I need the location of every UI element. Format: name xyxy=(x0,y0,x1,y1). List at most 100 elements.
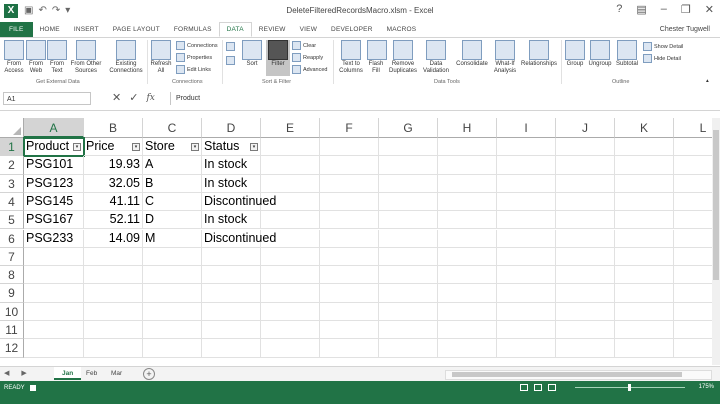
cell-l7[interactable] xyxy=(674,248,712,267)
cell-g8[interactable] xyxy=(379,266,438,285)
cell-a2[interactable]: PSG101 xyxy=(24,156,84,175)
cell-k7[interactable] xyxy=(615,247,674,267)
worksheet-grid[interactable]: A B C D E F G H I J K L 1 Product ▾ Price ▾ Store ▾ Status ▾… xyxy=(0,118,712,365)
cell-j5[interactable] xyxy=(556,211,615,230)
sheet-tab-mar[interactable]: Mar xyxy=(103,367,130,380)
flash-fill-button[interactable]: Flash Fill xyxy=(367,40,387,75)
tab-page-layout[interactable]: PAGE LAYOUT xyxy=(106,22,167,37)
cell-d7[interactable] xyxy=(202,247,261,267)
properties-button[interactable]: Properties xyxy=(176,53,212,62)
cell-i8[interactable] xyxy=(497,266,556,285)
from-text-button[interactable]: From Text xyxy=(47,40,67,75)
cell-g2[interactable] xyxy=(379,156,438,175)
edit-links-button[interactable]: Edit Links xyxy=(176,65,211,74)
cell-c11[interactable] xyxy=(143,321,202,340)
row-header-1[interactable]: 1 xyxy=(0,138,24,157)
cell-k1[interactable] xyxy=(615,138,674,157)
cell-a12[interactable] xyxy=(24,339,84,358)
zoom-slider-thumb[interactable] xyxy=(628,384,631,391)
from-web-button[interactable]: From Web xyxy=(26,40,46,75)
cell-f12[interactable] xyxy=(320,339,379,358)
column-header-j[interactable]: J xyxy=(556,118,615,138)
cell-d4[interactable]: Discontinued xyxy=(202,192,276,212)
cell-k8[interactable] xyxy=(615,266,674,285)
cell-h2[interactable] xyxy=(438,156,497,175)
cell-k3[interactable] xyxy=(615,174,674,193)
enter-check-icon[interactable]: ✓ xyxy=(129,92,138,105)
macro-record-icon[interactable] xyxy=(30,385,36,391)
cell-l4[interactable] xyxy=(674,193,712,212)
tab-formulas[interactable]: FORMULAS xyxy=(167,22,219,37)
cell-f8[interactable] xyxy=(320,266,379,285)
cell-g4[interactable] xyxy=(379,192,438,212)
cell-f2[interactable] xyxy=(320,156,379,175)
page-layout-view-icon[interactable] xyxy=(534,384,542,391)
cell-i12[interactable] xyxy=(497,339,556,358)
ribbon-display-icon[interactable]: ▤ xyxy=(636,3,646,16)
cell-b3[interactable]: 32.05 xyxy=(84,174,143,193)
cell-g6[interactable] xyxy=(379,229,438,248)
row-header-2[interactable]: 2 xyxy=(0,156,24,175)
cell-h12[interactable] xyxy=(438,339,497,358)
column-header-h[interactable]: H xyxy=(438,118,497,138)
sort-button[interactable]: Sort xyxy=(242,40,262,68)
cell-f1[interactable] xyxy=(320,138,379,157)
row-header-4[interactable]: 4 xyxy=(0,192,24,212)
cell-h10[interactable] xyxy=(438,302,497,321)
cell-c9[interactable] xyxy=(143,284,202,303)
help-icon[interactable]: ? xyxy=(616,3,622,16)
cell-c6[interactable]: M xyxy=(143,229,202,248)
row-header-6[interactable]: 6 xyxy=(0,229,24,248)
cell-e7[interactable] xyxy=(261,247,320,267)
cell-j9[interactable] xyxy=(556,284,615,303)
cell-g12[interactable] xyxy=(379,339,438,358)
cell-b4[interactable]: 41.11 xyxy=(84,192,143,212)
cell-h9[interactable] xyxy=(438,284,497,303)
row-header-3[interactable]: 3 xyxy=(0,174,24,193)
what-if-analysis-button[interactable]: What-If Analysis xyxy=(491,40,519,75)
cell-d9[interactable] xyxy=(202,284,261,303)
cell-g10[interactable] xyxy=(379,302,438,321)
close-icon[interactable]: ✕ xyxy=(705,3,714,16)
tab-home[interactable]: HOME xyxy=(33,22,67,37)
remove-duplicates-button[interactable]: Remove Duplicates xyxy=(387,40,419,75)
formula-input[interactable]: Product xyxy=(170,92,710,105)
column-header-g[interactable]: G xyxy=(379,118,438,138)
cell-a10[interactable] xyxy=(24,302,84,321)
cell-d1[interactable]: Status ▾ xyxy=(202,138,261,157)
cell-h11[interactable] xyxy=(438,321,497,340)
filter-dropdown-button[interactable]: ▾ xyxy=(132,143,140,151)
restore-icon[interactable]: ❐ xyxy=(681,3,691,16)
cell-i6[interactable] xyxy=(497,229,556,248)
cell-d3[interactable]: In stock xyxy=(202,174,261,193)
cell-b1[interactable]: Price ▾ xyxy=(84,138,143,157)
cell-l2[interactable] xyxy=(674,156,712,175)
cell-b11[interactable] xyxy=(84,321,143,340)
cell-k10[interactable] xyxy=(615,302,674,321)
cell-i10[interactable] xyxy=(497,302,556,321)
cell-j8[interactable] xyxy=(556,266,615,285)
cell-k12[interactable] xyxy=(615,339,674,358)
cell-f7[interactable] xyxy=(320,247,379,267)
data-validation-button[interactable]: Data Validation xyxy=(420,40,452,75)
cell-k6[interactable] xyxy=(615,229,674,248)
user-name[interactable]: Chester Tugwell xyxy=(660,22,710,37)
vertical-scroll-thumb[interactable] xyxy=(713,130,719,280)
cell-a9[interactable] xyxy=(24,284,84,303)
cell-j3[interactable] xyxy=(556,174,615,193)
horizontal-scrollbar[interactable] xyxy=(445,370,712,380)
column-header-l[interactable]: L xyxy=(674,118,712,138)
add-sheet-button[interactable]: + xyxy=(143,368,155,380)
cell-d10[interactable] xyxy=(202,302,261,321)
show-detail-button[interactable]: Show Detail xyxy=(643,42,683,51)
cell-i3[interactable] xyxy=(497,174,556,193)
cell-b10[interactable] xyxy=(84,302,143,321)
cell-c10[interactable] xyxy=(143,302,202,321)
sheet-tab-feb[interactable]: Feb xyxy=(78,367,105,380)
cell-l10[interactable] xyxy=(674,303,712,321)
subtotal-button[interactable]: Subtotal xyxy=(614,40,640,68)
reapply-button[interactable]: Reapply xyxy=(292,53,323,62)
cell-l11[interactable] xyxy=(674,321,712,340)
select-all-corner[interactable] xyxy=(0,118,24,138)
cell-f3[interactable] xyxy=(320,174,379,193)
